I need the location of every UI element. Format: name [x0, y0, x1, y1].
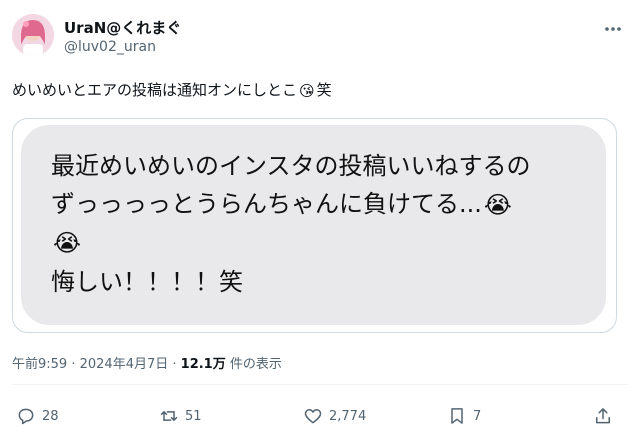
share-button[interactable]	[593, 406, 613, 426]
crying-face-emoji-icon: 😭	[483, 191, 512, 219]
tweet-text-tail: 笑	[316, 81, 332, 99]
meta-separator: ·	[67, 357, 80, 372]
image-text-line-2: ずっっっっとうらんちゃんに負けてる...😭	[51, 187, 514, 222]
tweet-text: めいめいとエアの投稿は通知オンにしとこ 😘 笑	[12, 78, 332, 103]
user-handle[interactable]: @luv02_uran	[64, 39, 156, 55]
bookmark-count: 7	[473, 408, 482, 424]
image-text-line-1: 最近めいめいのインスタの投稿いいねするの	[51, 152, 531, 180]
reply-button[interactable]: 28	[16, 406, 59, 426]
image-text-line-2-text: ずっっっっとうらんちゃんに負けてる...	[51, 190, 482, 218]
more-icon[interactable]	[602, 18, 624, 40]
avatar[interactable]	[12, 14, 54, 56]
tweet-time[interactable]: 午前9:59	[12, 357, 67, 372]
meta-separator: ·	[168, 357, 181, 372]
tweet-meta: 午前9:59 · 2024年4月7日 · 12.1万 件の表示	[12, 353, 282, 372]
tweet-media[interactable]: 最近めいめいのインスタの投稿いいねするの ずっっっっとうらんちゃんに負けてる..…	[12, 118, 617, 333]
action-bar: 28 51 2,774 7	[16, 406, 616, 428]
bookmark-icon	[451, 408, 463, 424]
kissing-face-emoji-icon: 😘	[299, 81, 315, 100]
like-button[interactable]: 2,774	[303, 406, 366, 426]
like-count: 2,774	[329, 408, 367, 424]
image-text-line-3: 😭	[51, 225, 83, 260]
tweet-date[interactable]: 2024年4月7日	[80, 357, 169, 372]
crying-face-emoji-icon: 😭	[53, 229, 82, 257]
display-name[interactable]: UraN@くれまぐ	[64, 17, 181, 38]
view-count[interactable]: 12.1万	[181, 357, 226, 372]
view-count-label[interactable]: 件の表示	[226, 357, 282, 372]
retweet-icon	[160, 411, 178, 421]
heart-icon	[304, 409, 322, 424]
divider	[12, 384, 628, 385]
bookmark-button[interactable]: 7	[447, 406, 481, 426]
tweet-text-main: めいめいとエアの投稿は通知オンにしとこ	[12, 81, 298, 99]
avatar-image	[12, 14, 54, 56]
retweet-count: 51	[185, 408, 202, 424]
share-icon	[596, 408, 610, 424]
retweet-button[interactable]: 51	[159, 406, 202, 426]
reply-icon	[18, 408, 34, 425]
reply-count: 28	[42, 408, 59, 424]
image-text-line-4: 悔しい！！！！笑	[51, 268, 243, 296]
chat-bubble-image: 最近めいめいのインスタの投稿いいねするの ずっっっっとうらんちゃんに負けてる..…	[21, 125, 606, 325]
